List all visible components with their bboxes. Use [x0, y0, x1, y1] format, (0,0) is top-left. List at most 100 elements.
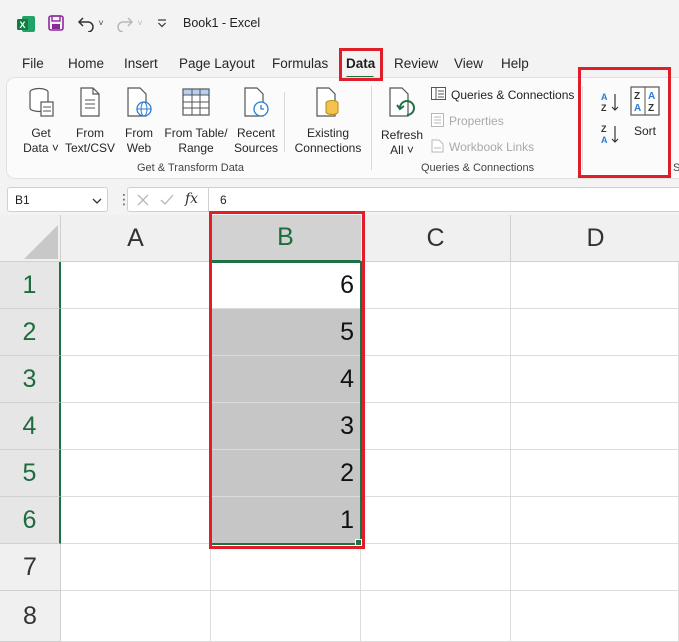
refresh-all-button[interactable]: Refresh All ˅ — [378, 86, 426, 158]
svg-text:Z: Z — [648, 103, 654, 114]
sort-button[interactable]: Z A A Z Sort — [628, 86, 662, 139]
tab-data[interactable]: Data — [346, 56, 375, 71]
redo-dropdown-icon: ˅ — [137, 18, 143, 28]
cell-b4[interactable]: 3 — [211, 403, 361, 450]
cell-b5[interactable]: 2 — [211, 450, 361, 497]
cell-d6[interactable] — [511, 497, 679, 544]
cell-b7[interactable] — [211, 544, 361, 591]
properties-button: Properties — [431, 112, 504, 130]
cell-b3[interactable]: 4 — [211, 356, 361, 403]
column-header-a[interactable]: A — [61, 215, 211, 262]
enter-icon — [160, 193, 174, 212]
name-box-value: B1 — [15, 193, 30, 207]
tab-formulas[interactable]: Formulas — [272, 56, 328, 71]
cell-d4[interactable] — [511, 403, 679, 450]
cell-a5[interactable] — [61, 450, 211, 497]
from-table-label-2: Range — [178, 141, 214, 155]
undo-icon[interactable] — [76, 13, 96, 33]
tab-home[interactable]: Home — [68, 56, 104, 71]
recent-sources-button[interactable]: Recent Sources — [232, 86, 280, 156]
cell-a8[interactable] — [61, 591, 211, 642]
cell-c1[interactable] — [361, 262, 511, 309]
formula-input[interactable]: 6 — [209, 187, 679, 212]
svg-text:Z: Z — [601, 103, 607, 113]
from-text-csv-button[interactable]: From Text/CSV — [64, 86, 116, 156]
cell-a7[interactable] — [61, 544, 211, 591]
row-header-6[interactable]: 6 — [0, 497, 61, 544]
cell-b2[interactable]: 5 — [211, 309, 361, 356]
queries-connections-button[interactable]: Queries & Connections — [431, 86, 574, 104]
cell-b8[interactable] — [211, 591, 361, 642]
cell-d3[interactable] — [511, 356, 679, 403]
column-header-c[interactable]: C — [361, 215, 511, 262]
cell-d1[interactable] — [511, 262, 679, 309]
insert-function-icon[interactable]: fx — [185, 191, 198, 207]
existing-connections-button[interactable]: Existing Connections — [290, 86, 366, 156]
ribbon-group-divider — [371, 86, 372, 170]
table-icon — [162, 86, 230, 122]
row-header-2[interactable]: 2 — [0, 309, 61, 356]
cell-d5[interactable] — [511, 450, 679, 497]
properties-label: Properties — [449, 114, 504, 128]
worksheet-grid[interactable]: A B C D 1 2 3 4 5 6 7 8 6 5 4 3 2 1 — [0, 215, 679, 642]
tab-help[interactable]: Help — [501, 56, 529, 71]
cell-c6[interactable] — [361, 497, 511, 544]
cell-d8[interactable] — [511, 591, 679, 642]
cell-a6[interactable] — [61, 497, 211, 544]
cell-d2[interactable] — [511, 309, 679, 356]
cancel-icon — [136, 193, 150, 212]
column-header-b[interactable]: B — [211, 215, 361, 262]
excel-logo-icon: X — [16, 14, 36, 34]
select-all-corner[interactable] — [0, 215, 61, 262]
cell-b6[interactable]: 1 — [211, 497, 361, 544]
from-text-label-2: Text/CSV — [64, 141, 115, 155]
cell-a4[interactable] — [61, 403, 211, 450]
tab-page-layout[interactable]: Page Layout — [179, 56, 255, 71]
row-header-7[interactable]: 7 — [0, 544, 61, 591]
svg-text:X: X — [19, 20, 25, 30]
undo-dropdown-icon[interactable]: ˅ — [96, 14, 106, 32]
sort-dialog-icon: Z A A Z — [628, 86, 662, 120]
get-data-label-1: Get — [31, 126, 51, 140]
get-data-button[interactable]: Get Data ˅ — [19, 86, 63, 156]
cell-d7[interactable] — [511, 544, 679, 591]
cell-b1[interactable]: 6 — [211, 262, 361, 309]
row-header-1[interactable]: 1 — [0, 262, 61, 309]
row-header-4[interactable]: 4 — [0, 403, 61, 450]
recent-sources-label-1: Recent — [236, 126, 276, 140]
save-icon[interactable] — [46, 13, 66, 33]
svg-text:A: A — [648, 91, 655, 102]
from-table-range-button[interactable]: From Table/ Range — [162, 86, 230, 156]
svg-text:Z: Z — [634, 91, 640, 102]
row-header-8[interactable]: 8 — [0, 591, 61, 642]
customize-qat-icon[interactable] — [155, 14, 169, 32]
formula-value: 6 — [220, 193, 227, 207]
window-title: Book1 - Excel — [183, 16, 261, 30]
cell-c4[interactable] — [361, 403, 511, 450]
from-table-label-1: From Table/ — [164, 126, 228, 140]
tab-file[interactable]: File — [22, 56, 44, 71]
tab-view[interactable]: View — [454, 56, 483, 71]
formula-bar: B1 ⋮ fx 6 — [0, 185, 679, 215]
column-header-d[interactable]: D — [511, 215, 679, 262]
sort-descending-button[interactable]: Z A — [598, 122, 622, 150]
group-label-get-transform: Get & Transform Data — [137, 162, 244, 174]
cell-c7[interactable] — [361, 544, 511, 591]
sort-ascending-button[interactable]: A Z — [598, 90, 622, 118]
refresh-label-2: All ˅ — [390, 143, 414, 157]
cell-c3[interactable] — [361, 356, 511, 403]
cell-c5[interactable] — [361, 450, 511, 497]
row-header-5[interactable]: 5 — [0, 450, 61, 497]
cell-c2[interactable] — [361, 309, 511, 356]
cell-c8[interactable] — [361, 591, 511, 642]
cell-a1[interactable] — [61, 262, 211, 309]
cell-a2[interactable] — [61, 309, 211, 356]
row-header-3[interactable]: 3 — [0, 356, 61, 403]
tab-review[interactable]: Review — [394, 56, 438, 71]
cell-a3[interactable] — [61, 356, 211, 403]
from-web-button[interactable]: From Web — [121, 86, 157, 156]
tab-insert[interactable]: Insert — [124, 56, 158, 71]
fill-handle[interactable] — [355, 539, 362, 546]
svg-text:A: A — [601, 92, 608, 102]
name-box-dropdown-icon[interactable] — [91, 193, 103, 211]
